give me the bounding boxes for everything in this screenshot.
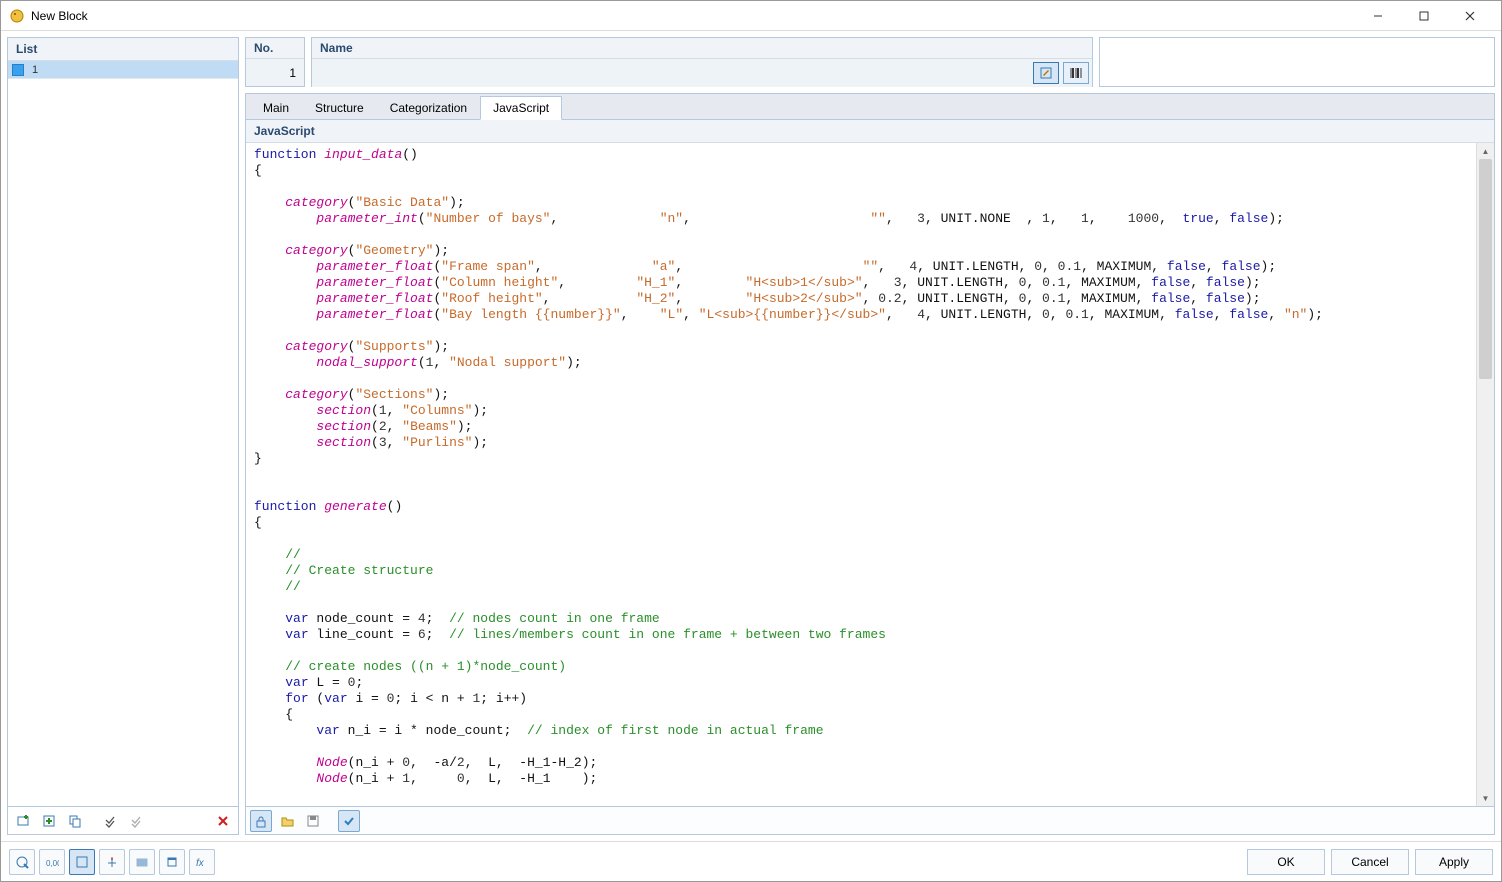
delete-item-button[interactable]: [212, 810, 234, 832]
view-3-button[interactable]: [129, 849, 155, 875]
validate-button[interactable]: [338, 810, 360, 832]
scroll-thumb[interactable]: [1479, 159, 1492, 379]
preview-panel: [1099, 37, 1495, 87]
list-item-number: 1: [28, 64, 238, 76]
check-all-button[interactable]: [100, 810, 122, 832]
titlebar: New Block: [1, 1, 1501, 31]
units-button[interactable]: 0,00: [39, 849, 65, 875]
lock-button[interactable]: [250, 810, 272, 832]
close-button[interactable]: [1447, 2, 1493, 30]
list-item[interactable]: 1: [8, 61, 238, 79]
add-item-button[interactable]: [38, 810, 60, 832]
name-label: Name: [312, 38, 1092, 59]
no-value[interactable]: 1: [246, 59, 304, 86]
new-item-button[interactable]: [12, 810, 34, 832]
svg-text:fx: fx: [196, 858, 205, 869]
tab-javascript[interactable]: JavaScript: [480, 96, 562, 120]
tab-main[interactable]: Main: [250, 96, 302, 119]
open-file-button[interactable]: [276, 810, 298, 832]
view-4-button[interactable]: [159, 849, 185, 875]
edit-name-button[interactable]: [1033, 62, 1059, 84]
tab-structure[interactable]: Structure: [302, 96, 377, 119]
ok-button[interactable]: OK: [1247, 849, 1325, 875]
maximize-button[interactable]: [1401, 2, 1447, 30]
cancel-button[interactable]: Cancel: [1331, 849, 1409, 875]
vertical-scrollbar[interactable]: ▲ ▼: [1476, 143, 1494, 806]
scroll-down-arrow[interactable]: ▼: [1477, 790, 1494, 806]
help-button[interactable]: [9, 849, 35, 875]
list-toolbar: [7, 807, 239, 835]
scroll-up-arrow[interactable]: ▲: [1477, 143, 1494, 159]
copy-item-button[interactable]: [64, 810, 86, 832]
tab-categorization[interactable]: Categorization: [377, 96, 480, 119]
svg-text:0,00: 0,00: [46, 859, 59, 868]
view-2-button[interactable]: [99, 849, 125, 875]
view-1-button[interactable]: [69, 849, 95, 875]
list-header: List: [8, 38, 238, 61]
code-toolbar: [246, 806, 1494, 834]
barcode-button[interactable]: [1063, 62, 1089, 84]
code-editor[interactable]: function input_data() { category("Basic …: [246, 143, 1476, 806]
code-section-label: JavaScript: [246, 120, 1494, 143]
uncheck-all-button[interactable]: [126, 810, 148, 832]
apply-button[interactable]: Apply: [1415, 849, 1493, 875]
tabstrip: Main Structure Categorization JavaScript: [246, 94, 1494, 120]
dialog-footer: 0,00 fx OK Cancel Apply: [1, 841, 1501, 881]
name-input[interactable]: [315, 62, 1029, 84]
app-icon: [9, 8, 25, 24]
list-item-marker: [12, 64, 24, 76]
save-file-button[interactable]: [302, 810, 324, 832]
minimize-button[interactable]: [1355, 2, 1401, 30]
no-label: No.: [246, 38, 304, 59]
list-body[interactable]: 1: [8, 61, 238, 806]
fx-button[interactable]: fx: [189, 849, 215, 875]
window-title: New Block: [31, 9, 1355, 23]
